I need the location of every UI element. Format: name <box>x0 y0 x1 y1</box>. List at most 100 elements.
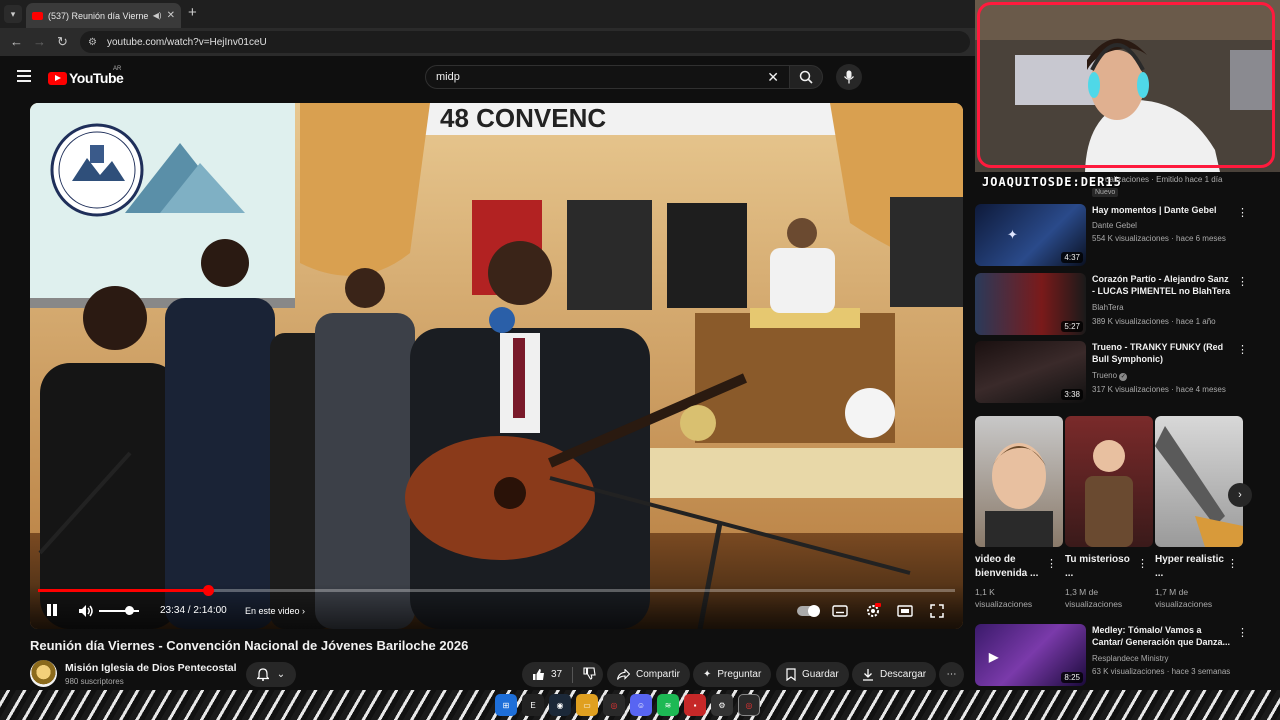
gear-app-icon[interactable]: ⚙ <box>711 694 733 716</box>
back-arrow-icon[interactable]: ← <box>10 34 23 49</box>
more-vertical-icon[interactable]: ⋮ <box>1237 626 1248 639</box>
short-title[interactable]: video de bienvenida ... <box>975 553 1045 581</box>
video-title[interactable]: Medley: Tómalo/ Vamos a Cantar/ Generaci… <box>1092 624 1232 648</box>
chrome-icon[interactable]: ◎ <box>603 694 625 716</box>
search-button[interactable] <box>789 65 823 89</box>
short-title[interactable]: Tu misterioso ... <box>1065 553 1135 581</box>
more-vertical-icon[interactable]: ⋮ <box>1237 275 1248 288</box>
volume-icon[interactable] <box>78 603 94 619</box>
banner-text: 48 CONVENC <box>440 103 606 133</box>
tab-search-dropdown-icon[interactable]: ▾ <box>4 5 22 23</box>
save-button[interactable]: Guardar <box>776 662 849 687</box>
shorts-next-button[interactable]: › <box>1228 483 1252 507</box>
video-duration: 8:25 <box>1061 672 1083 683</box>
spotify-icon[interactable]: ≋ <box>657 694 679 716</box>
video-duration: 5:27 <box>1061 321 1083 332</box>
dislike-button[interactable] <box>583 666 596 683</box>
channel-name[interactable]: Misión Iglesia de Dios Pentecostal <box>65 662 237 674</box>
download-button[interactable]: Descargar <box>852 662 937 687</box>
short-thumbnail[interactable] <box>1155 416 1243 547</box>
youtube-header: YouTube AR midp ✕ <box>0 56 975 98</box>
chapter-button[interactable]: En este video › <box>245 606 305 616</box>
file-explorer-icon[interactable]: ▭ <box>576 694 598 716</box>
reload-icon[interactable]: ↻ <box>57 34 68 50</box>
pause-icon[interactable] <box>46 604 58 616</box>
progress-scrubber[interactable] <box>202 585 214 596</box>
short-thumbnail[interactable] <box>975 416 1063 547</box>
video-channel[interactable]: Trueno ✓ <box>1092 371 1128 381</box>
autoplay-toggle[interactable] <box>797 605 820 617</box>
ask-button[interactable]: ✦ Preguntar <box>693 662 772 687</box>
video-title[interactable]: Corazón Partío - Alejandro Sanz - LUCAS … <box>1092 273 1232 297</box>
short-views: 1,3 M de visualizaciones <box>1065 587 1123 609</box>
browser-tab[interactable]: (537) Reunión día Viernes - ◀) ✕ <box>26 3 181 28</box>
settings-gear-icon[interactable] <box>864 602 882 620</box>
thumbs-down-icon <box>583 666 596 680</box>
progress-bar[interactable] <box>38 585 955 596</box>
youtube-logo[interactable]: YouTube AR <box>48 66 124 86</box>
search-input[interactable]: midp ✕ <box>425 65 790 89</box>
site-settings-icon[interactable]: ⚙ <box>88 37 97 48</box>
forward-arrow-icon[interactable]: → <box>33 34 46 49</box>
red-app-icon[interactable]: ▪ <box>684 694 706 716</box>
more-vertical-icon[interactable]: ⋮ <box>1227 557 1238 570</box>
discord-icon[interactable]: ☺ <box>630 694 652 716</box>
share-icon <box>617 669 630 680</box>
time-display: 23:34 / 2:14:00 <box>160 605 227 616</box>
theater-mode-icon[interactable] <box>896 602 914 620</box>
video-thumbnail[interactable]: ✦ 4:37 <box>975 204 1086 266</box>
video-thumbnail[interactable]: 3:38 <box>975 341 1086 403</box>
browser-tab-bar: ▾ (537) Reunión día Viernes - ◀) ✕ + <box>0 0 975 28</box>
recommended-video[interactable]: 3:38 Trueno - TRANKY FUNKY (Red Bull Sym… <box>975 341 1248 405</box>
epic-games-icon[interactable]: E <box>522 694 544 716</box>
youtube-logo-text: YouTube <box>69 70 124 86</box>
tab-close-icon[interactable]: ✕ <box>167 10 175 21</box>
short-views: 1,1 K visualizaciones <box>975 587 1033 609</box>
video-title[interactable]: Trueno - TRANKY FUNKY (Red Bull Symphoni… <box>1092 341 1232 365</box>
windows-start-icon[interactable]: ⊞ <box>495 694 517 716</box>
youtube-favicon-icon <box>32 11 43 20</box>
short-thumbnail[interactable] <box>1065 416 1153 547</box>
chevron-down-icon: ⌄ <box>276 669 286 680</box>
subtitles-icon[interactable] <box>831 602 849 620</box>
new-tab-button[interactable]: + <box>188 4 197 21</box>
recommended-video[interactable]: ▶ 8:25 Medley: Tómalo/ Vamos a Cantar/ G… <box>975 624 1248 688</box>
webcam-border <box>977 2 1275 168</box>
streamer-name: JOAQUITOSDE:DER15 <box>982 175 1122 189</box>
tab-audio-icon[interactable]: ◀) <box>153 11 162 20</box>
address-bar-row: ← → ↻ ⚙ youtube.com/watch?v=HejInv01ceU <box>0 28 975 56</box>
video-channel[interactable]: BlahTera <box>1092 303 1124 312</box>
recommended-video[interactable]: 5:27 Corazón Partío - Alejandro Sanz - L… <box>975 273 1248 337</box>
url-field[interactable]: ⚙ youtube.com/watch?v=HejInv01ceU <box>80 31 970 53</box>
share-button[interactable]: Compartir <box>607 662 690 687</box>
volume-control[interactable] <box>78 603 139 619</box>
more-vertical-icon[interactable]: ⋮ <box>1237 343 1248 356</box>
youtube-play-icon <box>48 71 67 85</box>
like-button[interactable]: 37 <box>532 668 562 681</box>
video-player[interactable]: 48 CONVENC 23:34 / 2:14:00 En este video… <box>30 103 963 629</box>
ask-label: Preguntar <box>717 669 762 680</box>
more-vertical-icon[interactable]: ⋮ <box>1237 206 1248 219</box>
fullscreen-icon[interactable] <box>928 602 946 620</box>
chrome-active-icon[interactable]: ◎ <box>738 694 760 716</box>
more-actions-button[interactable]: ⋯ <box>939 662 964 687</box>
voice-search-button[interactable] <box>836 64 862 90</box>
short-title[interactable]: Hyper realistic ... <box>1155 553 1225 581</box>
clear-search-icon[interactable]: ✕ <box>767 69 779 86</box>
video-channel[interactable]: Resplandece Ministry <box>1092 654 1168 663</box>
video-thumbnail[interactable]: 5:27 <box>975 273 1086 335</box>
volume-handle[interactable] <box>125 606 134 615</box>
progress-played <box>38 589 208 592</box>
more-vertical-icon[interactable]: ⋮ <box>1137 557 1148 570</box>
microphone-icon <box>843 70 855 84</box>
channel-avatar[interactable] <box>30 660 57 687</box>
recommended-video[interactable]: ✦ 4:37 Hay momentos | Dante Gebel Dante … <box>975 204 1248 268</box>
notifications-button[interactable]: ⌄ <box>246 662 296 687</box>
video-duration: 4:37 <box>1061 252 1083 263</box>
video-thumbnail[interactable]: ▶ 8:25 <box>975 624 1086 686</box>
video-channel[interactable]: Dante Gebel <box>1092 221 1137 230</box>
video-title[interactable]: Hay momentos | Dante Gebel <box>1092 204 1232 216</box>
more-vertical-icon[interactable]: ⋮ <box>1046 557 1057 570</box>
menu-icon[interactable] <box>17 70 31 82</box>
steam-icon[interactable]: ◉ <box>549 694 571 716</box>
